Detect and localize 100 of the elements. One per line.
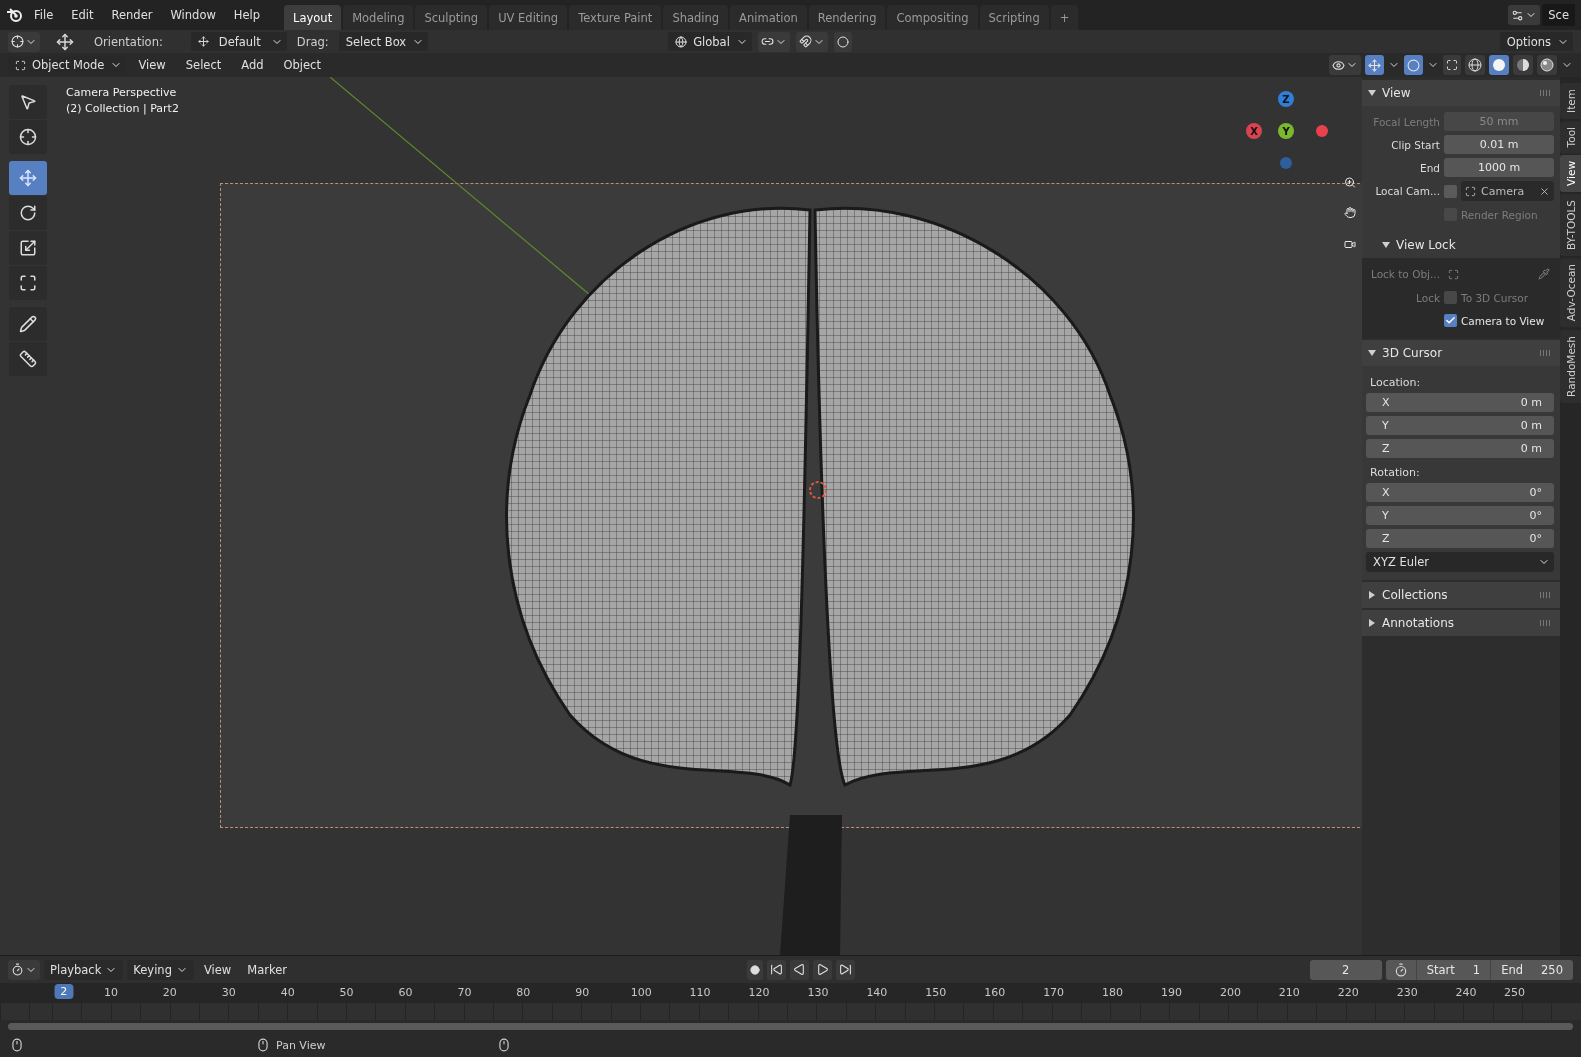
- playhead[interactable]: 2: [54, 984, 74, 999]
- orientation-dropdown[interactable]: Default: [190, 32, 287, 51]
- number-field[interactable]: X 0°: [1366, 483, 1554, 502]
- end-frame-field[interactable]: End 250: [1490, 959, 1573, 980]
- rotation-mode-dropdown[interactable]: XYZ Euler: [1366, 552, 1554, 572]
- panel-header[interactable]: 3D Cursor: [1362, 340, 1560, 366]
- workspace-tab[interactable]: Layout: [284, 5, 342, 30]
- jump-start-button[interactable]: [767, 959, 787, 980]
- tool-button[interactable]: [9, 231, 47, 265]
- field-label: Lock to Obj...: [1369, 268, 1440, 280]
- add-workspace-button[interactable]: +: [1050, 5, 1079, 30]
- checkbox-label[interactable]: Camera to View: [1461, 314, 1545, 327]
- gizmo-toggle[interactable]: [1365, 55, 1384, 75]
- sidebar-tab[interactable]: Adv-Ocean: [1560, 258, 1581, 328]
- sidebar-tab[interactable]: BY-TOOLS: [1560, 194, 1581, 257]
- visibility-dropdown[interactable]: [1329, 55, 1361, 75]
- location-label: Location:: [1369, 375, 1422, 389]
- menu-item[interactable]: Marker: [241, 959, 293, 980]
- sidebar-tab[interactable]: Item: [1560, 83, 1581, 119]
- scrollbar[interactable]: [8, 1023, 1573, 1030]
- stopwatch-icon[interactable]: [1393, 962, 1408, 977]
- menu-item[interactable]: Window: [162, 5, 224, 25]
- workspace-tab[interactable]: Sculpting: [415, 5, 488, 30]
- axis-dot[interactable]: [1280, 157, 1292, 169]
- sidebar-tab[interactable]: View: [1560, 155, 1581, 193]
- eyedropper-icon[interactable]: [1538, 268, 1550, 280]
- tool-button[interactable]: [9, 120, 47, 154]
- axis-handle[interactable]: Z: [1278, 91, 1294, 107]
- proportional-edit-button[interactable]: [833, 31, 852, 52]
- menu-item[interactable]: File: [26, 5, 62, 25]
- menu-item[interactable]: Help: [225, 5, 269, 25]
- scene-selector[interactable]: [1508, 5, 1541, 25]
- start-frame-field[interactable]: Start 1: [1415, 959, 1491, 980]
- camera-field[interactable]: Camera: [1461, 181, 1554, 201]
- play-reverse-button[interactable]: [790, 959, 810, 980]
- tool-button[interactable]: [9, 85, 47, 119]
- workspace-tab[interactable]: Compositing: [887, 5, 978, 30]
- axis-label: Z: [1382, 442, 1390, 455]
- editor-type-button[interactable]: [8, 31, 40, 52]
- tool-button[interactable]: [9, 342, 47, 376]
- axis-handle[interactable]: Y: [1278, 123, 1294, 139]
- number-field[interactable]: 0.01 m: [1444, 135, 1554, 154]
- snap-dropdown[interactable]: [795, 31, 828, 52]
- current-frame-field[interactable]: 2: [1309, 959, 1382, 980]
- scene-field[interactable]: Sce: [1542, 4, 1575, 26]
- app-logo-icon[interactable]: [6, 7, 24, 23]
- object-icon: [1465, 185, 1476, 197]
- shading-button[interactable]: [1537, 55, 1557, 75]
- move-icon[interactable]: [56, 32, 74, 51]
- workspace-tab[interactable]: Scripting: [979, 5, 1049, 30]
- panel-header[interactable]: Collections: [1362, 582, 1560, 608]
- sidebar-tab[interactable]: RandoMesh: [1560, 329, 1581, 403]
- number-field[interactable]: Y 0°: [1366, 506, 1554, 525]
- workspace-tab[interactable]: Rendering: [808, 5, 886, 30]
- sidebar-tab[interactable]: Tool: [1560, 120, 1581, 154]
- number-field[interactable]: Z 0 m: [1366, 439, 1554, 458]
- number-field[interactable]: Z 0°: [1366, 529, 1554, 548]
- frame-number: 200: [1219, 986, 1241, 999]
- panel-header[interactable]: View: [1362, 80, 1560, 106]
- scale-icon: [19, 239, 37, 257]
- tool-button[interactable]: [9, 266, 47, 300]
- editor-type-button[interactable]: [8, 959, 40, 980]
- menu-item[interactable]: Render: [103, 5, 161, 25]
- number-field[interactable]: X 0 m: [1366, 393, 1554, 412]
- jump-end-button[interactable]: [836, 959, 856, 980]
- axis-dot[interactable]: [1316, 125, 1328, 137]
- shading-button[interactable]: [1465, 55, 1485, 75]
- tool-button[interactable]: [9, 307, 47, 341]
- workspace-tab[interactable]: Shading: [663, 5, 729, 30]
- tool-button[interactable]: [9, 196, 47, 230]
- axis-label: Y: [1382, 509, 1389, 522]
- menu-dropdown[interactable]: Playback: [44, 959, 124, 980]
- record-button[interactable]: [747, 959, 764, 980]
- shading-button[interactable]: [1489, 55, 1509, 75]
- overlay-toggle[interactable]: [1404, 55, 1423, 75]
- pivot-dropdown[interactable]: [757, 31, 790, 52]
- menu-item[interactable]: Add: [233, 55, 272, 75]
- workspace-tab[interactable]: Modeling: [343, 5, 414, 30]
- workspace-tab[interactable]: Animation: [730, 5, 807, 30]
- workspace-tab[interactable]: Texture Paint: [569, 5, 662, 30]
- axis-handle[interactable]: X: [1246, 123, 1262, 139]
- transform-orientation-dropdown[interactable]: Global: [668, 32, 752, 51]
- drag-dropdown[interactable]: Select Box: [338, 32, 429, 51]
- menu-dropdown[interactable]: Keying: [127, 959, 194, 980]
- clear-icon[interactable]: [1539, 185, 1550, 197]
- options-dropdown[interactable]: Options: [1499, 32, 1573, 51]
- play-button[interactable]: [813, 959, 833, 980]
- number-field[interactable]: 1000 m: [1444, 158, 1554, 177]
- workspace-tab[interactable]: UV Editing: [489, 5, 568, 30]
- shading-button[interactable]: [1513, 55, 1533, 75]
- checkbox[interactable]: [1444, 314, 1457, 327]
- menu-item[interactable]: Select: [177, 55, 230, 75]
- number-field[interactable]: Y 0 m: [1366, 416, 1554, 435]
- menu-item[interactable]: View: [197, 959, 238, 980]
- panel-header[interactable]: Annotations: [1362, 610, 1560, 636]
- xray-toggle[interactable]: [1443, 55, 1461, 75]
- menu-item[interactable]: View: [130, 55, 174, 75]
- menu-item[interactable]: Edit: [63, 5, 102, 25]
- menu-item[interactable]: Object: [275, 55, 329, 75]
- checkbox[interactable]: [1444, 184, 1457, 198]
